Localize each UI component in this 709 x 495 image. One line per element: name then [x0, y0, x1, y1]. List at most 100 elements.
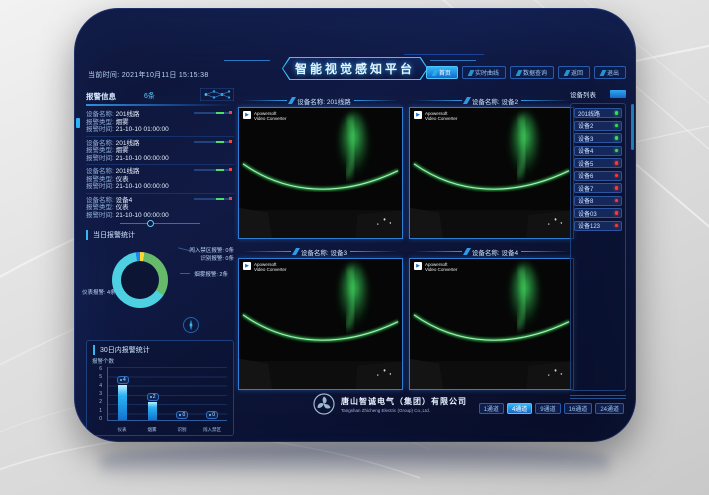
alarm-type: 烟雾	[116, 119, 129, 126]
video-frame[interactable]: ▶ ApowersoftVideo Converter	[238, 107, 403, 239]
top-nav: 首页 实时曲线 数据查询 返回 退出	[426, 66, 626, 79]
status-dot	[615, 124, 619, 128]
nav-data-query-button[interactable]: 数据查询	[510, 66, 554, 79]
apowersoft-logo-icon: ▶	[243, 262, 251, 270]
donut-label: 仪表报警: 4条	[82, 288, 116, 296]
device-name: 201线路	[578, 109, 600, 118]
channel-16-button[interactable]: 16通道	[564, 403, 593, 414]
device-list-item[interactable]: 设备4	[574, 146, 622, 156]
alarm-header-underline	[86, 104, 234, 106]
nav-back-button[interactable]: 返回	[558, 66, 590, 79]
y-tick: 3	[99, 391, 102, 397]
alarm-list-item[interactable]: 设备名称: 201线路 报警类型: 烟雾 报警时间: 21-10-10 01:0…	[86, 108, 234, 137]
compass-icon	[182, 316, 200, 334]
header-line	[242, 100, 287, 101]
bar-fill	[148, 402, 157, 420]
alarm-list-item[interactable]: 设备名称: 201线路 报警类型: 烟雾 报警时间: 21-10-10 00:0…	[86, 137, 234, 166]
field-label: 设备名称:	[86, 140, 114, 147]
video-frame[interactable]: ▶ ApowersoftVideo Converter	[409, 107, 574, 239]
field-label: 报警类型:	[86, 147, 114, 154]
y-tick: 5	[99, 374, 102, 380]
x-axis-labels: 仪表 烟雾 识别 闯入禁区	[107, 426, 227, 433]
screen-edge-accent	[76, 118, 80, 128]
donut-label: 识别报警: 0条	[200, 254, 234, 262]
status-dot	[615, 199, 619, 203]
alarm-list-item[interactable]: 设备名称: 设备4 报警类型: 仪表 报警时间: 21-10-10 00:00:…	[86, 194, 234, 221]
channel-4-button[interactable]: 4通道	[507, 403, 532, 414]
slash-icon	[292, 248, 300, 255]
device-list[interactable]: 201线路 设备2 设备3 设备4 设备5 设备6 设备7 设备8 设备03 设…	[570, 103, 626, 391]
header-line	[242, 251, 291, 252]
video-panel-1[interactable]: 设备名称: 201线路 ▶ ApowersoftVideo Converter	[238, 94, 403, 239]
nav-realtime-curve-button[interactable]: 实时曲线	[462, 66, 506, 79]
header-divider	[430, 60, 476, 61]
video-panel-4[interactable]: 设备名称: 设备4 ▶ ApowersoftVideo Converter	[409, 245, 574, 390]
device-list-item[interactable]: 设备8	[574, 196, 622, 206]
device-name: 设备8	[578, 196, 593, 205]
y-tick: 1	[99, 408, 102, 414]
x-tick: 闯入禁区	[202, 426, 222, 432]
device-list-item[interactable]: 设备03	[574, 208, 622, 218]
video-frame[interactable]: ▶ ApowersoftVideo Converter	[238, 258, 403, 390]
device-list-item[interactable]: 设备123	[574, 221, 622, 231]
device-list-item[interactable]: 设备2	[574, 121, 622, 131]
device-name: 设备5	[578, 159, 593, 168]
x-tick: 仪表	[112, 426, 132, 432]
video-thumbnail	[239, 108, 402, 238]
field-label: 设备名称:	[86, 168, 114, 175]
video-wall: 设备名称: 201线路 ▶ ApowersoftVideo Converter	[238, 94, 574, 390]
field-label: 设备名称:	[86, 111, 114, 118]
field-label: 报警类型:	[86, 204, 114, 211]
device-name: 设备03	[578, 209, 597, 218]
nav-label: 数据查询	[523, 68, 547, 77]
alarm-list-scroll-handle[interactable]	[120, 223, 200, 224]
device-list-tab[interactable]	[610, 90, 626, 98]
bar-value-label: 0	[206, 411, 218, 419]
video-panel-label: 设备名称: 201线路	[297, 96, 350, 106]
video-panel-2[interactable]: 设备名称: 设备2 ▶ ApowersoftVideo Converter	[409, 94, 574, 239]
video-panel-3[interactable]: 设备名称: 设备3 ▶ ApowersoftVideo Converter	[238, 245, 403, 390]
nav-label: 实时曲线	[475, 68, 499, 77]
slash-icon	[463, 248, 471, 255]
video-frame[interactable]: ▶ ApowersoftVideo Converter	[409, 258, 574, 390]
device-list-item[interactable]: 设备6	[574, 171, 622, 181]
device-list-item[interactable]: 设备7	[574, 183, 622, 193]
nav-exit-button[interactable]: 退出	[594, 66, 626, 79]
device-list-item[interactable]: 设备5	[574, 158, 622, 168]
header-line	[413, 100, 462, 101]
field-label: 报警类型:	[86, 119, 114, 126]
right-scrollbar[interactable]	[631, 104, 634, 150]
alarm-time: 21-10-10 00:00:00	[116, 155, 169, 162]
channel-1-button[interactable]: 1通道	[479, 403, 504, 414]
device-name: 201线路	[116, 140, 140, 147]
slash-icon	[468, 70, 475, 76]
video-panel-label: 设备名称: 设备2	[472, 96, 518, 106]
video-thumbnail	[410, 108, 573, 238]
channel-9-button[interactable]: 9通道	[535, 403, 560, 414]
nav-label: 退出	[607, 68, 619, 77]
y-tick: 6	[99, 366, 102, 372]
header-divider	[404, 54, 484, 55]
nav-home-button[interactable]: 首页	[426, 66, 458, 79]
status-dot	[615, 224, 619, 228]
device-list-panel: 设备列表 201线路 设备2 设备3 设备4 设备5 设备6 设备7 设备8 设…	[570, 88, 626, 399]
donut-label: 烟雾报警: 2条	[194, 270, 228, 278]
company-logo	[312, 392, 336, 416]
header-line	[413, 251, 462, 252]
device-list-item[interactable]: 201线路	[574, 108, 622, 118]
watermark: ▶ ApowersoftVideo Converter	[243, 262, 286, 272]
y-axis-label: 报警个数	[92, 357, 114, 365]
device-name: 设备2	[578, 121, 593, 130]
alarm-list-item[interactable]: 设备名称: 201线路 报警类型: 仪表 报警时间: 21-10-10 00:0…	[86, 165, 234, 194]
slash-icon	[432, 70, 439, 76]
alarm-list[interactable]: 设备名称: 201线路 报警类型: 烟雾 报警时间: 21-10-10 01:0…	[86, 108, 234, 220]
channel-24-button[interactable]: 24通道	[595, 403, 624, 414]
device-name: 201线路	[116, 168, 140, 175]
bar-group: 0	[201, 367, 223, 420]
video-thumbnail	[410, 259, 573, 389]
alarm-level-meter	[194, 198, 232, 200]
watermark-line2: Video Converter	[254, 116, 286, 121]
device-list-item[interactable]: 设备3	[574, 133, 622, 143]
x-tick: 烟雾	[142, 426, 162, 432]
company-name-cn: 唐山智诚电气（集团）有限公司	[341, 396, 467, 407]
